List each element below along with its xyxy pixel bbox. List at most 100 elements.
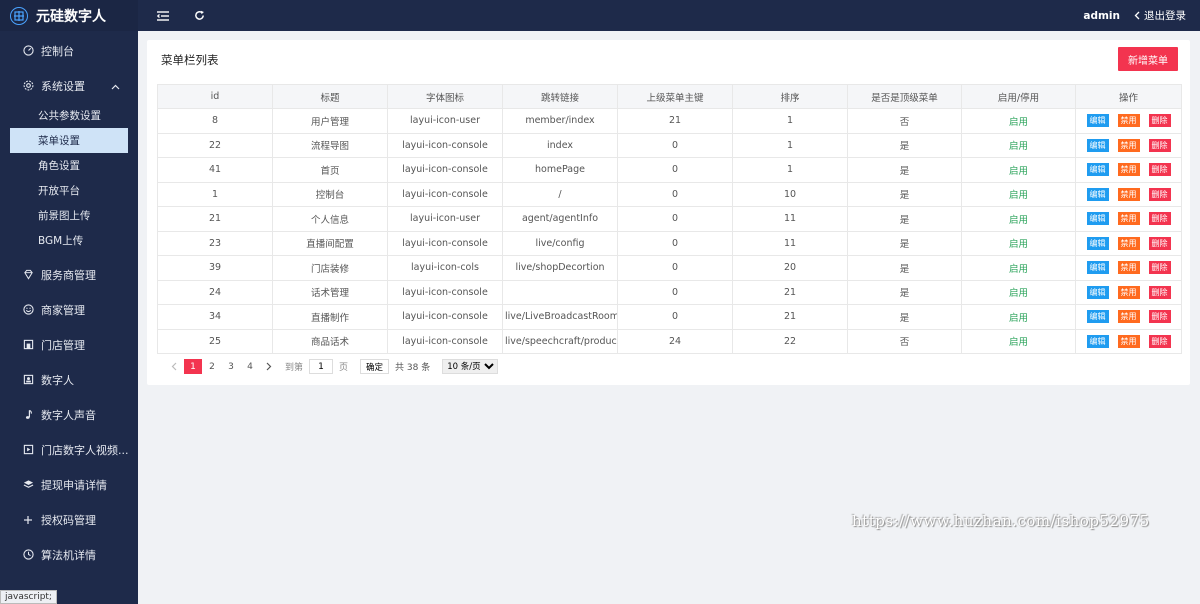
sidebar-item-store-video[interactable]: 门店数字人视频... [0, 432, 138, 467]
table-cell: 启用 [961, 279, 1076, 305]
table-cell: 20 [732, 255, 848, 281]
disable-button[interactable]: 禁用 [1117, 236, 1140, 250]
table-cell: 用户管理 [272, 108, 388, 134]
goto-prefix: 到第 [285, 363, 304, 373]
table-cell: layui-icon-user [387, 108, 503, 134]
disable-button[interactable]: 禁用 [1117, 187, 1140, 201]
table-cell: 直播间配置 [272, 230, 388, 256]
watermark: https://www.huzhan.com/ishop52975 [852, 512, 1150, 530]
next-page-icon[interactable] [260, 359, 278, 374]
page-4[interactable]: 4 [241, 359, 259, 374]
sidebar-item-label: 授权码管理 [41, 513, 96, 527]
delete-button[interactable]: 删除 [1148, 138, 1171, 152]
sidebar-item-label: 商家管理 [41, 303, 85, 317]
table-row: 39 门店装修 layui-icon-cols live/shopDecortion 0… [157, 255, 1182, 281]
refresh-icon[interactable] [192, 9, 206, 23]
table-body: 8 用户管理 layui-icon-user member/index 21 1 否启用 编辑… [157, 108, 1182, 354]
page-size-select[interactable]: 10 条/页 [442, 359, 499, 374]
table-cell: 21 [157, 206, 273, 232]
table-cell: 否 [847, 108, 962, 134]
current-user[interactable]: admin [1083, 10, 1120, 22]
sidebar-subitem-foreground-upload[interactable]: 前景图上传 [0, 203, 138, 228]
logo[interactable]: 元硅数字人 [0, 0, 138, 31]
delete-button[interactable]: 删除 [1148, 334, 1171, 348]
sidebar-item-store[interactable]: 门店管理 [0, 327, 138, 362]
disable-button[interactable]: 禁用 [1117, 163, 1140, 177]
table-cell: 个人信息 [272, 206, 388, 232]
table-cell: 24 [617, 328, 733, 354]
table-cell: 话术管理 [272, 279, 388, 305]
table-cell: layui-icon-console [387, 181, 503, 207]
sidebar-item-merchant[interactable]: 商家管理 [0, 292, 138, 327]
disable-button[interactable]: 禁用 [1117, 212, 1140, 226]
goto-page-input[interactable] [309, 359, 334, 374]
delete-button[interactable]: 删除 [1148, 261, 1171, 275]
delete-button[interactable]: 删除 [1148, 285, 1171, 299]
edit-button[interactable]: 编辑 [1086, 334, 1109, 348]
table-cell: live/speechcraft/product [502, 328, 618, 354]
actions-cell: 编辑 禁用 删除 [1075, 255, 1182, 281]
sidebar-item-auth-code[interactable]: 授权码管理 [0, 502, 138, 537]
sidebar-subitem-bgm-upload[interactable]: BGM上传 [0, 228, 138, 253]
table-row: 23 直播间配置 layui-icon-console live/config 0 11 是… [157, 230, 1182, 256]
delete-button[interactable]: 删除 [1148, 187, 1171, 201]
table-cell: live/LiveBroadcastRoom [502, 304, 618, 330]
disable-button[interactable]: 禁用 [1117, 261, 1140, 275]
delete-button[interactable]: 删除 [1148, 163, 1171, 177]
menu-toggle-icon[interactable] [156, 9, 170, 23]
table-cell: 启用 [961, 181, 1076, 207]
edit-button[interactable]: 编辑 [1086, 138, 1109, 152]
status-bar-url: javascript; [0, 590, 57, 604]
add-menu-button[interactable]: 新增菜单 [1118, 47, 1178, 71]
sidebar-item-provider[interactable]: 服务商管理 [0, 257, 138, 292]
sidebar-subitem-public-params[interactable]: 公共参数设置 [0, 103, 138, 128]
table-cell: 8 [157, 108, 273, 134]
disable-button[interactable]: 禁用 [1117, 334, 1140, 348]
sidebar-subitem-open-platform[interactable]: 开放平台 [0, 178, 138, 203]
table-cell: 0 [617, 132, 733, 158]
sidebar-subitem-role-settings[interactable]: 角色设置 [0, 153, 138, 178]
prev-page-icon[interactable] [165, 359, 183, 374]
table-cell: layui-icon-console [387, 279, 503, 305]
edit-button[interactable]: 编辑 [1086, 285, 1109, 299]
edit-button[interactable]: 编辑 [1086, 310, 1109, 324]
edit-button[interactable]: 编辑 [1086, 212, 1109, 226]
table-cell: 1 [157, 181, 273, 207]
disable-button[interactable]: 禁用 [1117, 285, 1140, 299]
table-cell: 是 [847, 255, 962, 281]
sidebar-item-withdraw[interactable]: 提现申请详情 [0, 467, 138, 502]
disable-button[interactable]: 禁用 [1117, 138, 1140, 152]
sidebar-item-dashboard[interactable]: 控制台 [0, 33, 138, 68]
column-header: 排序 [732, 84, 848, 109]
page-2[interactable]: 2 [203, 359, 221, 374]
logout-button[interactable]: 退出登录 [1134, 8, 1186, 23]
edit-button[interactable]: 编辑 [1086, 236, 1109, 250]
sidebar-item-algorithm-machine[interactable]: 算法机详情 [0, 537, 138, 572]
page-3[interactable]: 3 [222, 359, 240, 374]
delete-button[interactable]: 删除 [1148, 212, 1171, 226]
sidebar-item-digital-voice[interactable]: 数字人声音 [0, 397, 138, 432]
actions-cell: 编辑 禁用 删除 [1075, 328, 1182, 354]
page-1[interactable]: 1 [184, 359, 202, 374]
table-cell: 控制台 [272, 181, 388, 207]
delete-button[interactable]: 删除 [1148, 114, 1171, 128]
delete-button[interactable]: 删除 [1148, 236, 1171, 250]
delete-button[interactable]: 删除 [1148, 310, 1171, 324]
sidebar-item-system-settings[interactable]: 系统设置 [0, 68, 138, 103]
edit-button[interactable]: 编辑 [1086, 163, 1109, 177]
disable-button[interactable]: 禁用 [1117, 310, 1140, 324]
disable-button[interactable]: 禁用 [1117, 114, 1140, 128]
edit-button[interactable]: 编辑 [1086, 261, 1109, 275]
table-cell: 11 [732, 230, 848, 256]
actions-cell: 编辑 禁用 删除 [1075, 230, 1182, 256]
sidebar-subitem-menu-settings[interactable]: 菜单设置 [10, 128, 128, 153]
sidebar-item-digital-human[interactable]: 数字人 [0, 362, 138, 397]
logout-label: 退出登录 [1144, 10, 1186, 22]
table-cell: 门店装修 [272, 255, 388, 281]
edit-button[interactable]: 编辑 [1086, 114, 1109, 128]
table-cell: agent/agentInfo [502, 206, 618, 232]
table-cell: 否 [847, 328, 962, 354]
goto-confirm-button[interactable]: 确定 [360, 359, 390, 374]
edit-button[interactable]: 编辑 [1086, 187, 1109, 201]
table-cell: 1 [732, 157, 848, 183]
